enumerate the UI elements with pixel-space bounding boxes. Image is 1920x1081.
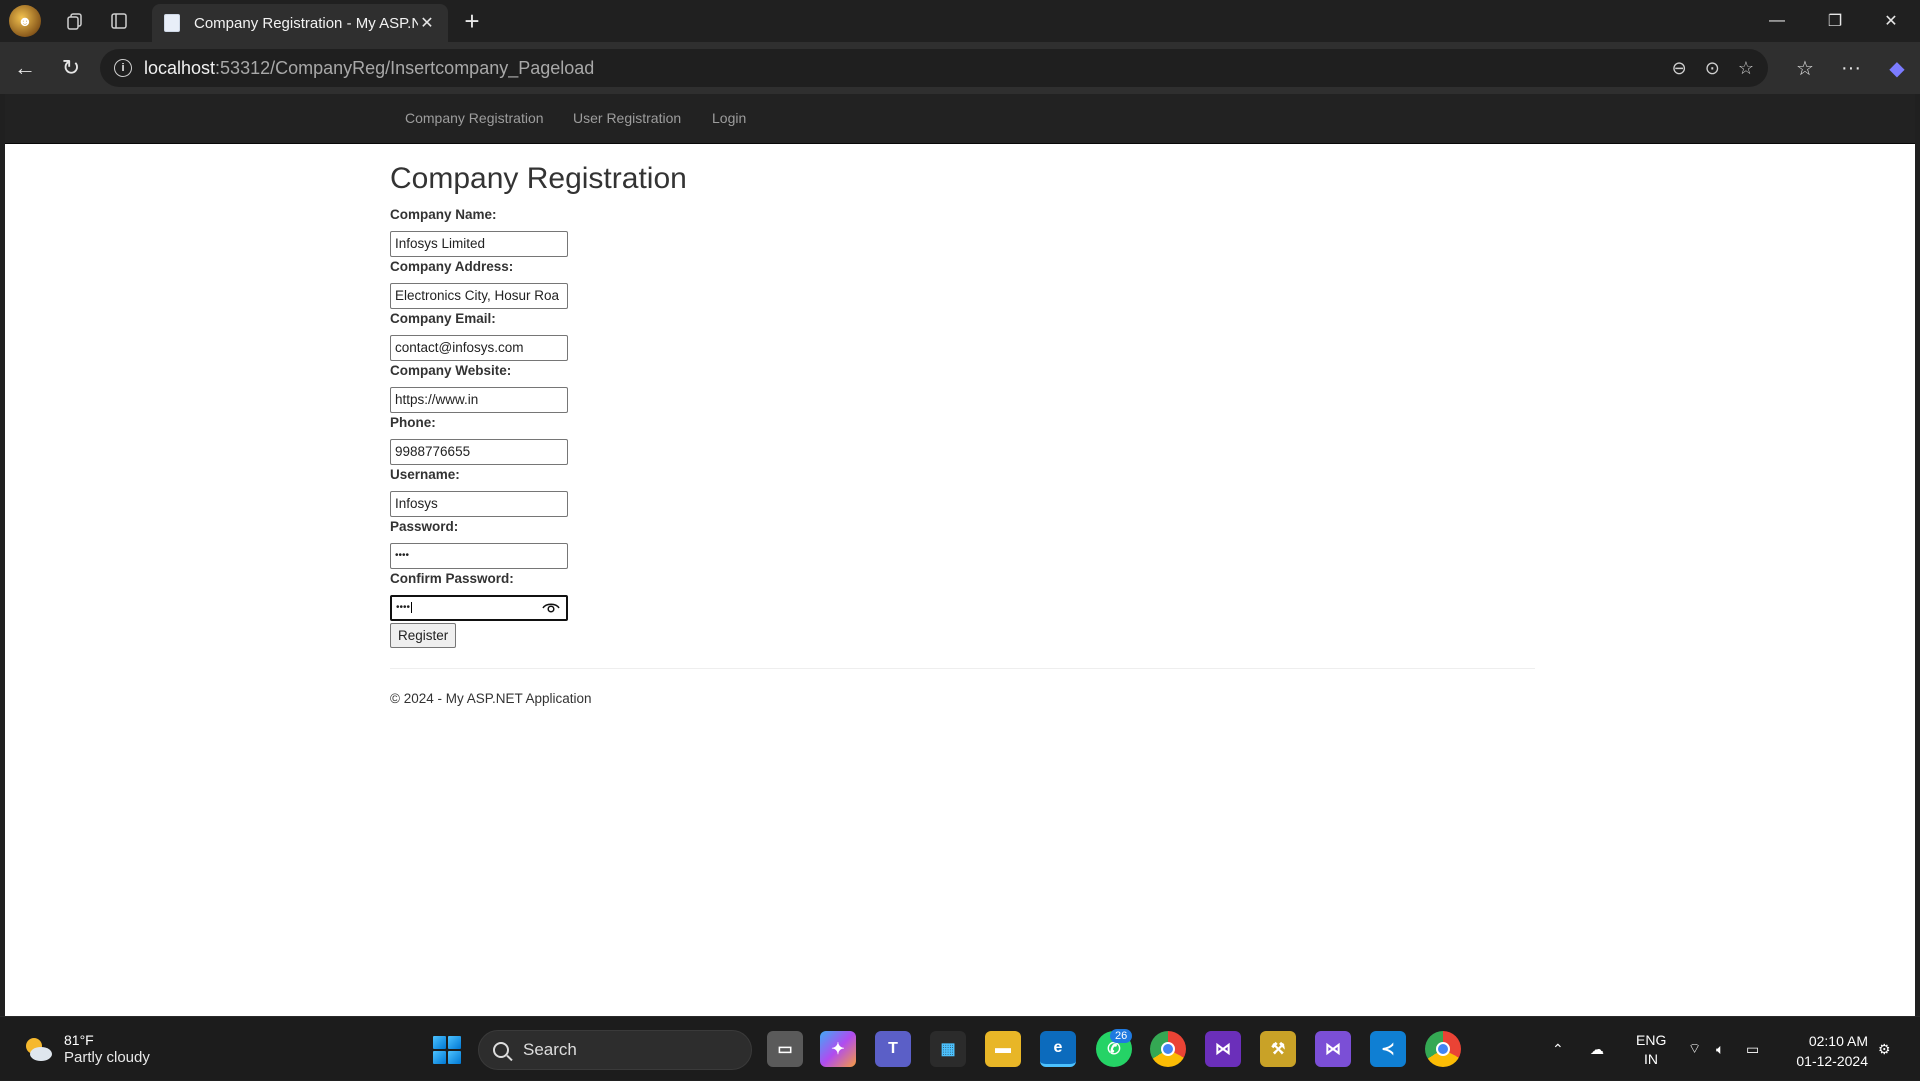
password-label: Password: [390, 519, 459, 534]
address-bar[interactable]: i localhost:53312/CompanyReg/Insertcompa… [100, 49, 1768, 87]
nav-user-registration[interactable]: User Registration [573, 110, 681, 126]
chrome-2-icon[interactable] [1425, 1031, 1461, 1067]
phone-label: Phone: [390, 415, 436, 430]
register-button[interactable]: Register [390, 623, 457, 648]
minimize-icon[interactable]: — [1748, 0, 1806, 42]
url-path: :53312/CompanyReg/Insertcompany_Pageload [215, 57, 595, 78]
tab-close-icon[interactable]: ✕ [418, 13, 436, 33]
page-viewport: Company Registration User Registration L… [5, 94, 1915, 1016]
tab-title: Company Registration - My ASP.N [194, 14, 418, 32]
language-line1: ENG [1636, 1032, 1667, 1048]
confirm-password-input[interactable]: •••• [390, 595, 568, 621]
page-title: Company Registration [390, 162, 687, 195]
window-close-icon[interactable]: ✕ [1862, 0, 1920, 42]
password-input[interactable]: •••• [390, 543, 568, 569]
edge-icon[interactable]: e [1040, 1031, 1076, 1067]
phone-input[interactable]: 9988776655 [390, 439, 568, 465]
company-email-input[interactable]: contact@infosys.com [390, 335, 568, 361]
file-explorer-icon[interactable]: ▬ [985, 1031, 1021, 1067]
confirm-password-label: Confirm Password: [390, 571, 514, 586]
site-navbar: Company Registration User Registration L… [5, 94, 1915, 144]
tab-active[interactable]: Company Registration - My ASP.N ✕ [152, 4, 448, 42]
visual-studio-2-icon[interactable]: ⋈ [1315, 1031, 1351, 1067]
footer-divider [390, 668, 1535, 669]
company-email-label: Company Email: [390, 311, 496, 326]
copilot-icon[interactable]: ◆ [1874, 56, 1920, 81]
favorites-icon[interactable]: ☆ [1782, 56, 1828, 81]
workspaces-icon[interactable] [53, 0, 97, 42]
company-address-input[interactable]: Electronics City, Hosur Roa [390, 283, 568, 309]
teams-icon[interactable]: T [875, 1031, 911, 1067]
windows-start-icon[interactable] [433, 1036, 461, 1064]
page-footer: © 2024 - My ASP.NET Application [390, 691, 1535, 706]
footer-copyright: © 2024 - My ASP.NET Application [390, 691, 592, 706]
more-menu-icon[interactable]: ··· [1828, 57, 1874, 80]
task-view-icon[interactable]: ▭ [767, 1031, 803, 1067]
tab-actions-icon[interactable] [97, 0, 141, 42]
browser-titlebar: ☻ Company Registration - My ASP.N ✕ + — … [0, 0, 1920, 42]
notifications-icon[interactable]: ⚙ [1878, 1017, 1891, 1081]
clock-date: 01-12-2024 [1796, 1053, 1868, 1069]
volume-icon[interactable]: 🔈︎ [1716, 1017, 1724, 1081]
language-indicator[interactable]: ENG IN [1636, 1031, 1666, 1069]
whatsapp-badge: 26 [1110, 1029, 1133, 1043]
confirm-password-value: •••• [396, 602, 411, 613]
nav-login[interactable]: Login [712, 110, 746, 126]
weather-temp: 81°F [64, 1032, 94, 1048]
company-registration-form: Company Name: Infosys Limited Company Ad… [390, 206, 1535, 648]
read-aloud-icon[interactable]: ⊙ [1705, 58, 1720, 79]
onedrive-icon[interactable]: ☁ [1590, 1017, 1604, 1081]
browser-toolbar: ← ↻ i localhost:53312/CompanyReg/Insertc… [0, 42, 1920, 94]
nav-company-registration[interactable]: Company Registration [405, 110, 544, 126]
language-line2: IN [1644, 1051, 1658, 1067]
copilot-app-icon[interactable]: ✦ [820, 1031, 856, 1067]
url-host: localhost [144, 57, 216, 78]
weather-description: Partly cloudy [64, 1049, 150, 1066]
page-favicon-icon [164, 14, 180, 32]
toolbar-right: ☆ ··· ◆ [1782, 42, 1920, 94]
wifi-icon[interactable]: ⌔ [1688, 1017, 1701, 1081]
visual-studio-icon[interactable]: ⋈ [1205, 1031, 1241, 1067]
chrome-icon[interactable] [1150, 1031, 1186, 1067]
site-info-icon[interactable]: i [114, 59, 132, 77]
company-name-input[interactable]: Infosys Limited [390, 231, 568, 257]
refresh-icon[interactable]: ↻ [48, 48, 94, 88]
profile-avatar[interactable]: ☻ [9, 5, 41, 37]
microsoft-store-icon[interactable]: ▦ [930, 1031, 966, 1067]
weather-widget[interactable]: 81°F Partly cloudy [22, 1031, 150, 1067]
dev-tool-icon[interactable]: ⚒ [1260, 1031, 1296, 1067]
zoom-out-icon[interactable]: ⊖ [1672, 58, 1687, 79]
company-website-input[interactable]: https://www.in [390, 387, 568, 413]
main-content: Company Registration Company Name: Infos… [390, 144, 1535, 706]
partly-cloudy-icon [26, 1038, 52, 1061]
company-website-label: Company Website: [390, 363, 512, 378]
battery-icon[interactable]: ▭ [1746, 1017, 1759, 1081]
clock-time: 02:10 AM [1808, 1033, 1868, 1049]
vscode-icon[interactable]: ≺ [1370, 1031, 1406, 1067]
system-clock[interactable]: 02:10 AM 01-12-2024 [1786, 1031, 1868, 1071]
username-label: Username: [390, 467, 460, 482]
back-arrow-icon[interactable]: ← [2, 48, 48, 88]
search-icon [493, 1042, 509, 1058]
username-input[interactable]: Infosys [390, 491, 568, 517]
show-hidden-icons-icon[interactable]: ⌃ [1552, 1017, 1564, 1081]
company-name-label: Company Name: [390, 207, 497, 222]
reveal-password-eye-icon[interactable] [542, 601, 560, 615]
favorite-star-icon[interactable]: ☆ [1738, 58, 1754, 79]
restore-icon[interactable]: ❐ [1806, 0, 1864, 42]
taskbar-search[interactable]: Search [478, 1030, 752, 1070]
search-label: Search [523, 1040, 577, 1059]
new-tab-plus-icon[interactable]: + [456, 4, 488, 38]
windows-taskbar: 81°F Partly cloudy Search ▭ ✦ T ▦ ▬ e ✆ … [0, 1016, 1920, 1080]
company-address-label: Company Address: [390, 259, 514, 274]
